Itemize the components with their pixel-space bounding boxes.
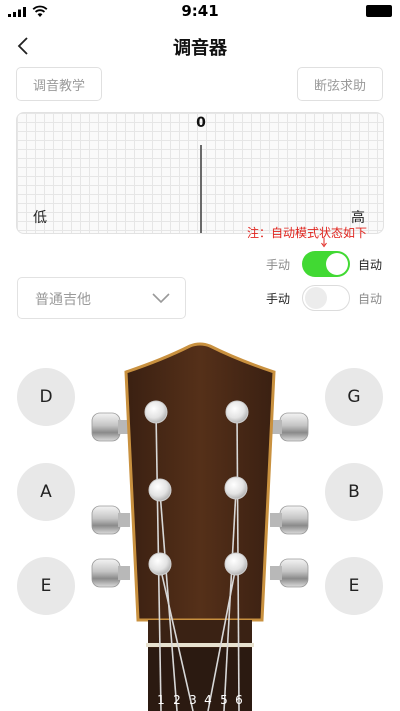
manual-label: 手动 [266,258,291,272]
nav-bar: 调音器 [0,26,400,66]
mode-toggle-row-manual: 手动 自动 [262,284,392,312]
meter-low-label: 低 [33,210,47,226]
string-button-low-e[interactable]: E [17,557,75,615]
tuning-type-value: 普通吉他 [35,292,91,308]
tuner-key-left [91,412,130,588]
toggle-knob [326,253,348,275]
battery-icon [366,5,392,17]
page-title: 调音器 [173,38,227,59]
meter-center-label: 0 [196,115,206,131]
arrow-down-icon [321,238,327,248]
string-button-a[interactable]: A [17,463,75,521]
mode-toggle-on[interactable] [302,251,350,277]
auto-mode-note: 注：自动模式状态如下 [247,226,368,240]
broken-string-help-button[interactable]: 断弦求助 [297,67,383,101]
mode-toggle-off[interactable] [302,285,350,311]
string-button-g[interactable]: G [325,368,383,426]
auto-label: 自动 [358,258,383,272]
auto-label: 自动 [358,292,383,306]
string-number-1: 1 [157,693,165,707]
meter-needle [200,145,202,233]
guitar-headstock: 1 2 3 4 5 6 [91,342,309,711]
string-button-d[interactable]: D [17,368,75,426]
string-number-5: 5 [220,693,228,707]
tuning-meter: 0 低 高 [16,112,384,234]
string-number-6: 6 [235,693,243,707]
mode-toggle-row-auto: 手动 自动 [262,250,392,278]
string-number-2: 2 [173,693,181,707]
tuning-type-select[interactable]: 普通吉他 [17,277,186,319]
chevron-down-icon [152,293,170,304]
string-number-3: 3 [189,693,197,707]
string-number-4: 4 [204,693,212,707]
string-button-b[interactable]: B [325,463,383,521]
status-time: 9:41 [181,2,219,20]
tuning-tutorial-button[interactable]: 调音教学 [16,67,102,101]
status-bar: 9:41 [0,0,400,24]
tuner-key-right [270,412,309,588]
string-button-high-e[interactable]: E [325,557,383,615]
manual-label: 手动 [266,292,291,306]
toggle-knob [305,287,327,309]
back-arrow-icon[interactable] [10,32,38,60]
